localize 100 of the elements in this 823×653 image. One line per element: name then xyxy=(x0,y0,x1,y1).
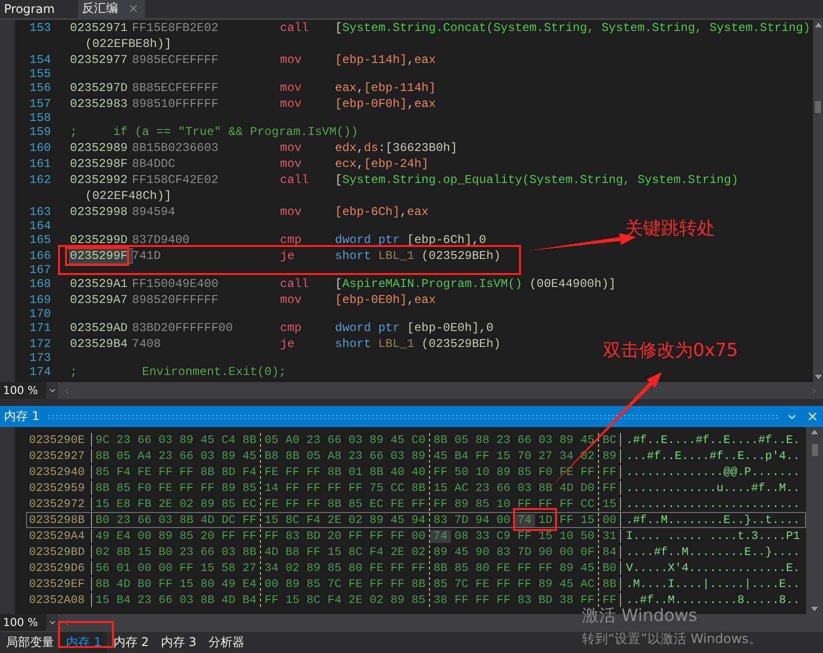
memory-byte[interactable]: FF xyxy=(430,498,451,511)
memory-byte[interactable]: FB xyxy=(134,498,155,511)
memory-byte[interactable]: 8B xyxy=(430,562,451,575)
memory-byte[interactable]: 31 xyxy=(599,530,620,543)
memory-byte[interactable]: FF xyxy=(577,466,598,479)
memory-byte[interactable]: 94 xyxy=(472,514,493,527)
memory-byte[interactable]: AC xyxy=(451,482,472,495)
memory-byte[interactable]: BC xyxy=(599,434,620,447)
memory-row[interactable]: 023529EF 8B 4D B0 FF 15 80 49 E4 00 89 85 7C FE FF FF 8B 85 7C FE FF FF 89 45 AC 8B .M....I....|.....|....E.. xyxy=(26,576,806,592)
memory-byte[interactable]: 03 xyxy=(197,450,218,463)
memory-byte[interactable]: FE xyxy=(155,482,176,495)
memory-byte[interactable]: 8D xyxy=(218,466,239,479)
memory-byte[interactable]: 85 xyxy=(303,578,324,591)
memory-byte[interactable]: 8C xyxy=(282,514,303,527)
memory-byte[interactable]: 85 xyxy=(514,466,535,479)
memory-byte[interactable]: 2E xyxy=(155,498,176,511)
memory-byte[interactable]: FF xyxy=(535,562,556,575)
memory-byte[interactable]: FF xyxy=(493,578,514,591)
memory-byte[interactable]: 27 xyxy=(239,562,260,575)
memory-byte[interactable]: 10 xyxy=(493,498,514,511)
memory-byte[interactable]: 00 xyxy=(134,562,155,575)
memory-byte[interactable]: 85 xyxy=(113,482,134,495)
memory-byte[interactable]: 20 xyxy=(197,530,218,543)
memory-byte[interactable]: FF xyxy=(324,482,345,495)
memory-byte[interactable]: B4 xyxy=(113,594,134,607)
memory-row[interactable]: 0235298B B0 23 66 03 8B 4D DC FF 15 8C F4 2E 02 89 45 94 83 7D 94 00 74 1D FF 15 00 .#f..M........E..}..t.... xyxy=(26,512,806,528)
memory-byte[interactable]: F4 xyxy=(239,466,260,479)
memory-byte[interactable]: 89 xyxy=(176,434,197,447)
memory-byte[interactable]: 23 xyxy=(303,434,324,447)
memory-byte[interactable]: F4 xyxy=(324,594,345,607)
memory-byte[interactable]: 94 xyxy=(408,514,429,527)
memory-byte[interactable]: FE xyxy=(366,562,387,575)
memory-byte[interactable]: 10 xyxy=(472,466,493,479)
memory-byte[interactable]: 15 xyxy=(324,546,345,559)
memory-byte[interactable]: 58 xyxy=(218,562,239,575)
memory-byte[interactable]: 00 xyxy=(155,562,176,575)
memory-byte[interactable]: FE xyxy=(261,466,282,479)
memory-byte[interactable]: 23 xyxy=(493,434,514,447)
memory-byte[interactable]: CC xyxy=(387,482,408,495)
memory-byte[interactable]: 7C xyxy=(451,578,472,591)
memory-byte[interactable]: FF xyxy=(239,530,260,543)
memory-byte[interactable]: 89 xyxy=(366,514,387,527)
memory-byte[interactable]: FF xyxy=(176,562,197,575)
memory-byte[interactable]: 8B xyxy=(197,594,218,607)
memory-byte[interactable]: 02 xyxy=(176,498,197,511)
memory-byte[interactable]: B0 xyxy=(599,562,620,575)
memory-byte[interactable]: FF xyxy=(430,466,451,479)
memory-byte[interactable]: B0 xyxy=(92,514,113,527)
memory-byte[interactable]: 89 xyxy=(218,482,239,495)
memory-byte[interactable]: E4 xyxy=(239,578,260,591)
memory-byte[interactable]: FF xyxy=(472,594,493,607)
memory-byte[interactable]: 33 xyxy=(472,530,493,543)
memory-byte[interactable]: AC xyxy=(577,578,598,591)
memory-byte[interactable]: 15 xyxy=(493,450,514,463)
memory-byte[interactable]: 83 xyxy=(430,514,451,527)
memory-byte[interactable]: DC xyxy=(218,514,239,527)
memory-byte[interactable]: 8B xyxy=(92,450,113,463)
memory-byte[interactable]: 8B xyxy=(197,466,218,479)
memory-byte[interactable]: 84 xyxy=(599,546,620,559)
memory-byte[interactable]: 15 xyxy=(599,498,620,511)
memory-byte[interactable]: 88 xyxy=(472,434,493,447)
memory-byte[interactable]: C0 xyxy=(408,434,429,447)
memory-byte[interactable]: FF xyxy=(282,466,303,479)
memory-byte[interactable]: 34 xyxy=(556,450,577,463)
memory-byte[interactable]: 66 xyxy=(514,434,535,447)
memory-byte[interactable]: 00 xyxy=(408,530,429,543)
memory-byte[interactable]: 66 xyxy=(176,450,197,463)
memory-byte[interactable]: 23 xyxy=(113,514,134,527)
memory-byte[interactable]: 89 xyxy=(430,546,451,559)
memory-byte[interactable]: 85 xyxy=(324,562,345,575)
memory-byte[interactable]: 15 xyxy=(134,546,155,559)
memory-byte[interactable]: FF xyxy=(261,594,282,607)
memory-byte[interactable]: 89 xyxy=(556,562,577,575)
memory-byte[interactable]: 85 xyxy=(451,562,472,575)
memory-byte[interactable]: FF xyxy=(514,562,535,575)
memory-byte[interactable]: 4D xyxy=(218,594,239,607)
memory-byte[interactable]: 02 xyxy=(92,546,113,559)
memory-byte[interactable]: 03 xyxy=(218,546,239,559)
memory-byte[interactable]: 7C xyxy=(324,578,345,591)
memory-byte[interactable]: B4 xyxy=(451,450,472,463)
memory-byte[interactable]: 89 xyxy=(218,450,239,463)
memory-byte[interactable]: 89 xyxy=(535,578,556,591)
memory-byte[interactable]: 23 xyxy=(176,546,197,559)
memory-byte[interactable]: 83 xyxy=(282,530,303,543)
memory-byte[interactable]: A8 xyxy=(324,450,345,463)
memory-byte[interactable]: 15 xyxy=(535,530,556,543)
memory-byte[interactable]: EC xyxy=(239,498,260,511)
memory-byte[interactable]: A0 xyxy=(282,434,303,447)
memory-byte[interactable]: 83 xyxy=(493,546,514,559)
scroll-up-icon[interactable] xyxy=(810,427,819,436)
close-icon[interactable] xyxy=(128,3,139,14)
memory-byte[interactable]: C9 xyxy=(493,530,514,543)
memory-byte[interactable]: 0F xyxy=(577,546,598,559)
memory-byte[interactable]: FF xyxy=(514,530,535,543)
memory-byte[interactable]: 20 xyxy=(324,530,345,543)
memory-byte[interactable]: 15 xyxy=(261,514,282,527)
memory-row[interactable]: 02352972 15 E8 FB 2E 02 89 85 EC FE FF FF 8B 85 EC FE FF FF 89 85 10 FF FF FF CC 15 ......................... xyxy=(26,496,806,512)
memory-byte[interactable]: 89 xyxy=(282,578,303,591)
memory-byte[interactable]: FF xyxy=(303,546,324,559)
memory-byte[interactable]: 2E xyxy=(324,514,345,527)
